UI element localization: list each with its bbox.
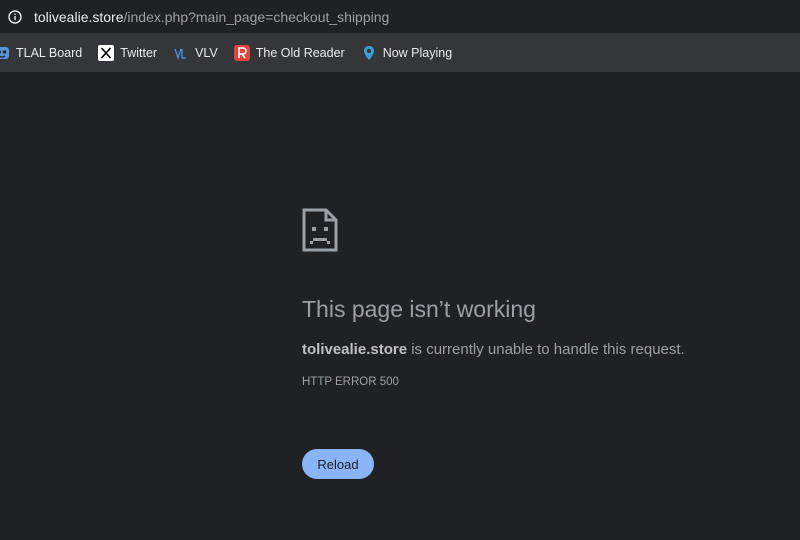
mask-icon [0, 45, 10, 61]
url-path: /index.php?main_page=checkout_shipping [123, 8, 390, 25]
bookmark-vlv[interactable]: VLV [173, 39, 226, 67]
bookmark-label: The Old Reader [255, 45, 345, 60]
error-title: This page isn’t working [302, 296, 536, 322]
reload-button[interactable]: Reload [302, 449, 374, 479]
vlv-logo-icon [173, 45, 189, 61]
bookmark-twitter[interactable]: Twitter [98, 39, 165, 67]
bookmark-label: Now Playing [382, 45, 453, 60]
info-circle-icon[interactable] [0, 0, 30, 33]
error-host: tolivealie.store [302, 341, 408, 358]
sad-page-icon [302, 208, 338, 252]
location-pin-icon [361, 45, 377, 61]
address-bar[interactable]: tolivealie.store/index.php?main_page=che… [0, 0, 800, 33]
error-container: This page isn’t working tolivealie.store… [302, 208, 742, 388]
bookmark-label: Twitter [120, 45, 158, 60]
old-reader-icon [233, 44, 250, 61]
error-description: tolivealie.store is currently unable to … [302, 341, 742, 358]
bookmark-tlal-board[interactable]: TLAL Board [0, 39, 90, 67]
x-logo-icon [98, 44, 115, 61]
bookmark-old-reader[interactable]: The Old Reader [233, 39, 353, 67]
bookmark-label: TLAL Board [16, 45, 83, 60]
bookmark-label: VLV [195, 45, 218, 60]
error-page: This page isn’t working tolivealie.store… [0, 72, 800, 540]
bookmarks-bar: TLAL Board Twitter VLV The Old Reader No… [0, 33, 800, 72]
url-text[interactable]: tolivealie.store/index.php?main_page=che… [34, 9, 389, 25]
error-code: HTTP ERROR 500 [302, 376, 399, 388]
url-host: tolivealie.store [34, 8, 124, 25]
bookmark-now-playing[interactable]: Now Playing [361, 39, 460, 67]
error-message: is currently unable to handle this reque… [407, 341, 685, 358]
